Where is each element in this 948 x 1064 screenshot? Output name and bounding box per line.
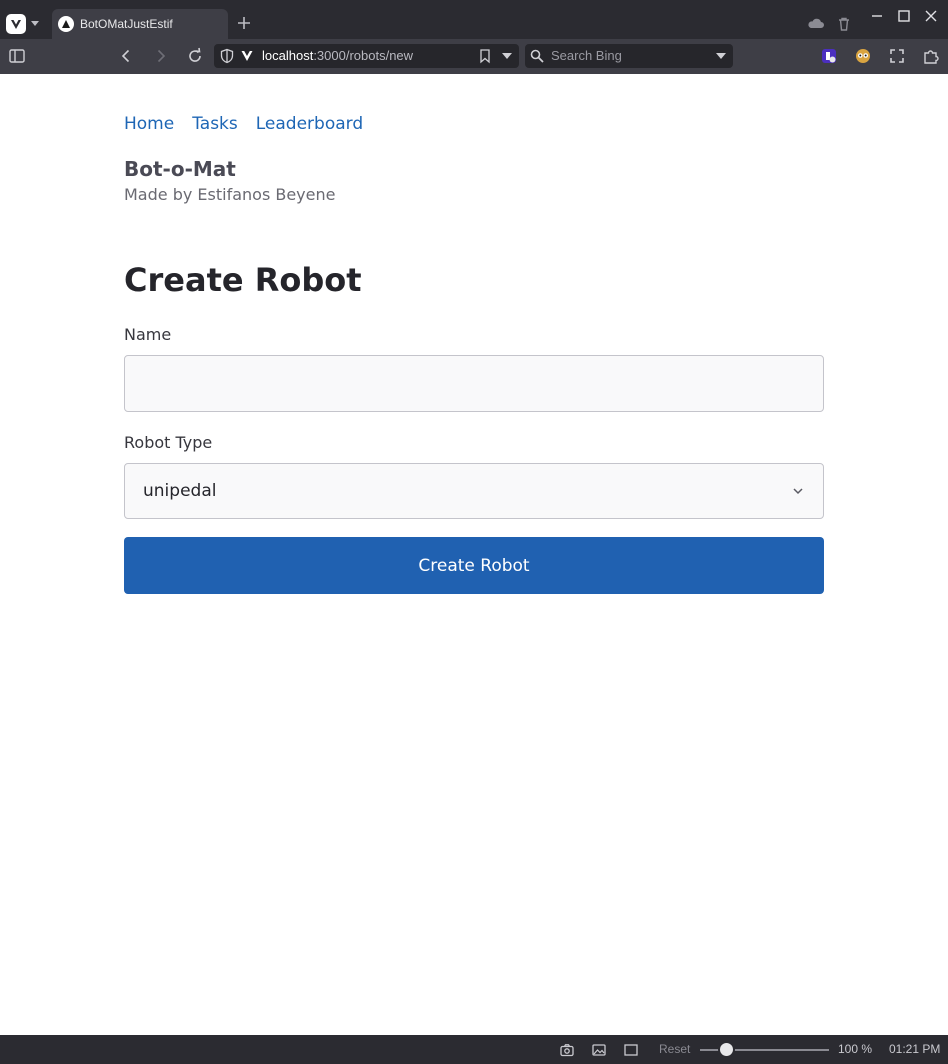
cloud-icon[interactable]: [807, 15, 825, 33]
brand-title: Bot-o-Mat: [124, 157, 236, 181]
url-path: :3000/robots/new: [313, 48, 414, 63]
clock: 01:21 PM: [889, 1042, 941, 1056]
vivaldi-menu-icon[interactable]: [6, 14, 26, 34]
panel-toggle-icon[interactable]: [8, 47, 26, 65]
tab-menu-caret-icon[interactable]: [31, 21, 39, 26]
nav-link-leaderboard[interactable]: Leaderboard: [256, 114, 363, 134]
vivaldi-v-icon: [241, 51, 253, 61]
tab-title: BotOMatJustEstif: [80, 17, 173, 31]
web-page: Home Tasks Leaderboard Bot-o-Mat Made by…: [0, 74, 948, 1035]
robot-type-value: unipedal: [143, 481, 217, 501]
tab-favicon-icon: [58, 16, 74, 32]
nav-link-home[interactable]: Home: [124, 114, 174, 134]
search-dropdown-icon[interactable]: [715, 52, 727, 60]
extension-privacy-icon[interactable]: [820, 47, 838, 65]
new-tab-icon[interactable]: [235, 14, 253, 32]
extension-owl-icon[interactable]: [854, 47, 872, 65]
reload-icon[interactable]: [186, 47, 204, 65]
brand-subtitle: Made by Estifanos Beyene: [124, 185, 336, 204]
page-title: Create Robot: [124, 261, 362, 299]
back-icon[interactable]: [117, 47, 135, 65]
extensions-puzzle-icon[interactable]: [922, 47, 940, 65]
shield-icon[interactable]: [219, 48, 235, 64]
url-host: localhost: [262, 48, 314, 63]
extension-screenshot-icon[interactable]: [888, 47, 906, 65]
maximize-icon[interactable]: [895, 7, 913, 25]
create-robot-button[interactable]: Create Robot: [124, 537, 824, 594]
minimize-icon[interactable]: [868, 7, 886, 25]
trash-icon[interactable]: [835, 15, 853, 33]
url-dropdown-icon[interactable]: [501, 52, 513, 60]
close-icon[interactable]: [922, 7, 940, 25]
name-input[interactable]: [124, 355, 824, 412]
search-icon: [530, 49, 544, 63]
search-placeholder[interactable]: Search Bing: [551, 48, 622, 63]
robot-type-label: Robot Type: [124, 433, 213, 452]
name-label: Name: [124, 325, 172, 344]
forward-icon[interactable]: [152, 47, 170, 65]
robot-type-select[interactable]: unipedal: [124, 463, 824, 519]
zoom-level: 100 %: [838, 1042, 873, 1056]
nav-link-tasks[interactable]: Tasks: [192, 114, 238, 134]
browser-tab-strip: BotOMatJustEstif: [0, 0, 948, 39]
url-text[interactable]: localhost:3000/robots/new: [262, 48, 413, 63]
camera-icon[interactable]: [559, 1042, 575, 1058]
zoom-slider-handle[interactable]: [718, 1041, 735, 1058]
bookmark-icon[interactable]: [477, 48, 493, 64]
browser-tab[interactable]: BotOMatJustEstif: [52, 9, 228, 39]
zoom-reset-button[interactable]: Reset: [659, 1042, 690, 1056]
site-nav: Home Tasks Leaderboard: [124, 114, 363, 134]
window-icon[interactable]: [623, 1042, 639, 1058]
chevron-down-icon: [793, 488, 803, 495]
image-icon[interactable]: [591, 1042, 607, 1058]
